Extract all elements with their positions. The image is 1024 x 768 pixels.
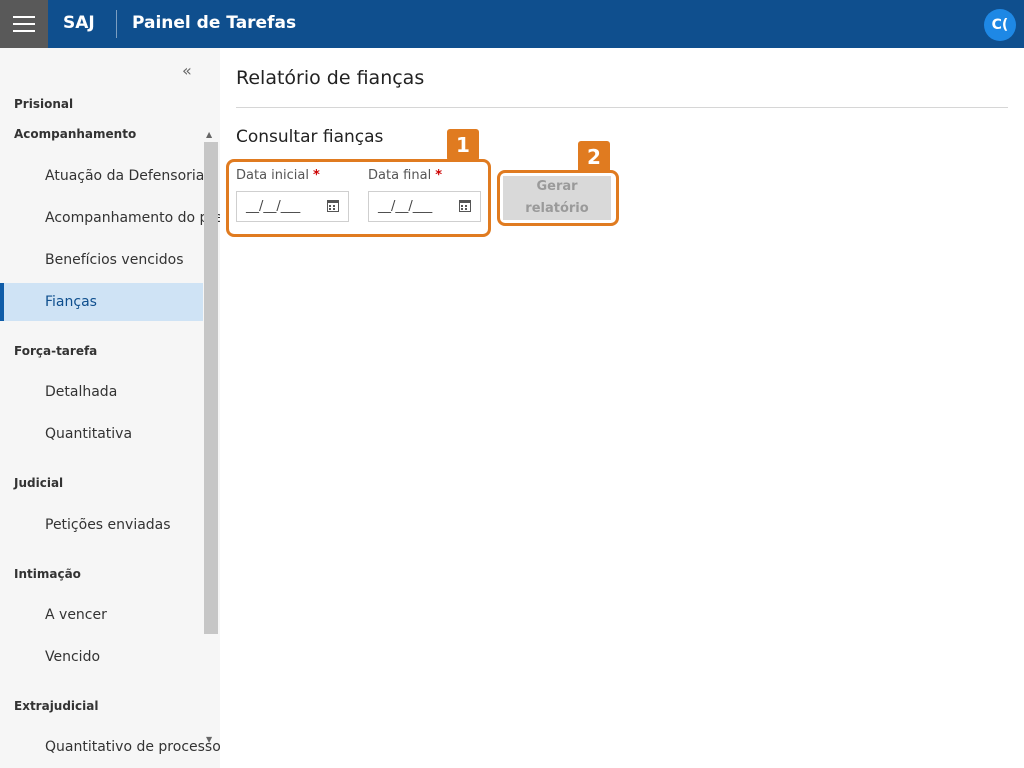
app-title: Painel de Tarefas (132, 13, 297, 33)
header-divider (116, 10, 117, 38)
sidebar-section-extrajudicial[interactable]: Extrajudicial (14, 699, 99, 713)
sidebar-section-judicial[interactable]: Judicial (14, 476, 63, 490)
collapse-sidebar-icon[interactable]: « (182, 61, 192, 80)
sidebar-item-beneficios-vencidos[interactable]: Benefícios vencidos (45, 252, 184, 268)
scroll-down-icon[interactable]: ▼ (206, 735, 212, 744)
sidebar-item-fiancas[interactable]: Fianças (45, 294, 97, 310)
sidebar-item-vencido[interactable]: Vencido (45, 649, 100, 665)
brand-logo[interactable]: SAJ (63, 13, 95, 33)
annotation-badge-1: 1 (447, 129, 479, 161)
sidebar-section-acompanhamento[interactable]: Acompanhamento (14, 127, 136, 141)
sidebar-item-acompanhamento-pre[interactable]: Acompanhamento do pre (45, 210, 220, 226)
top-bar: SAJ Painel de Tarefas C( (0, 0, 1024, 48)
sidebar: « Prisional Acompanhamento Atuação da De… (0, 48, 220, 768)
hamburger-menu-icon[interactable] (0, 0, 48, 48)
annotation-badge-2: 2 (578, 141, 610, 173)
scroll-up-icon[interactable]: ▲ (206, 130, 212, 139)
annotation-box-1 (226, 159, 491, 237)
sidebar-item-quantitativo-processo[interactable]: Quantitativo de processo (45, 739, 220, 755)
sidebar-section-forca-tarefa[interactable]: Força-tarefa (14, 344, 97, 358)
sidebar-item-peticoes-enviadas[interactable]: Petições enviadas (45, 517, 171, 533)
user-avatar[interactable]: C( (984, 9, 1016, 41)
annotation-box-2 (497, 170, 619, 226)
title-divider (236, 107, 1008, 108)
sidebar-item-a-vencer[interactable]: A vencer (45, 607, 107, 623)
section-title: Consultar fianças (236, 127, 384, 147)
sidebar-active-indicator (0, 283, 4, 321)
sidebar-item-detalhada[interactable]: Detalhada (45, 384, 117, 400)
sidebar-item-atuacao-defensoria[interactable]: Atuação da Defensoria (45, 168, 204, 184)
page-title: Relatório de fianças (236, 67, 425, 89)
sidebar-scrollbar-thumb[interactable] (204, 142, 218, 634)
sidebar-section-intimacao[interactable]: Intimação (14, 567, 81, 581)
sidebar-active-highlight (0, 283, 203, 321)
sidebar-item-quantitativa[interactable]: Quantitativa (45, 426, 132, 442)
sidebar-section-prisional[interactable]: Prisional (14, 97, 73, 111)
